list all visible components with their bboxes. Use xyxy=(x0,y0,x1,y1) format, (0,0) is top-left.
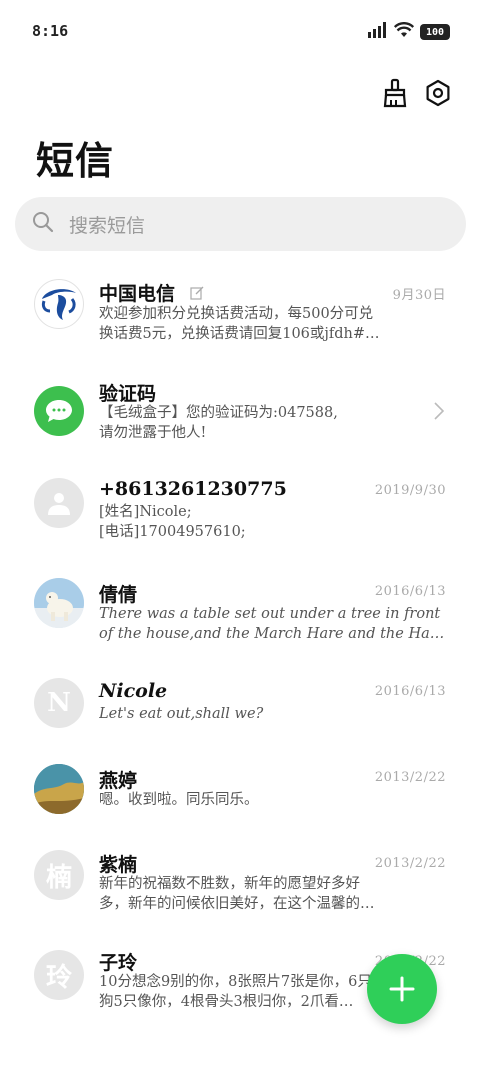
preview-line: 【毛绒盒子】您的验证码为:047588, xyxy=(99,405,338,421)
preview-line: [姓名]Nicole; xyxy=(99,504,192,520)
conversation-item[interactable]: 楠 紫楠 2013/2/22 新年的祝福数不胜数，新年的愿望好多好 多，新年的问… xyxy=(0,850,480,946)
status-icons: 100 xyxy=(368,22,450,42)
conversation-item[interactable]: 中国电信 9月30日 欢迎参加积分兑换话费活动，每500分可兑 换话费5元，兑换… xyxy=(0,264,480,360)
status-time: 8:16 xyxy=(32,22,69,40)
message-date: 2013/2/22 xyxy=(374,770,446,785)
sender-name: 燕婷 xyxy=(99,770,138,792)
battery-icon: 100 xyxy=(420,24,450,40)
avatar xyxy=(34,578,84,628)
broom-icon[interactable] xyxy=(378,76,412,110)
polar-bear-photo xyxy=(34,578,84,628)
sender-name: 验证码 xyxy=(99,383,157,405)
preview-line: 嗯。收到啦。同乐同乐。 xyxy=(99,792,259,808)
landscape-photo xyxy=(34,764,84,814)
conversation-item[interactable]: 燕婷 2013/2/22 嗯。收到啦。同乐同乐。 xyxy=(0,764,480,860)
message-preview: [姓名]Nicole; [电话]17004957610; xyxy=(99,502,445,542)
signal-icon xyxy=(368,22,388,42)
person-icon xyxy=(48,493,70,515)
preview-line: of the house,and the March Hare and the … xyxy=(99,626,445,642)
avatar: N xyxy=(34,678,84,728)
sender-name: +8613261230775 xyxy=(99,478,287,500)
message-preview: 欢迎参加积分兑换话费活动，每500分可兑 换话费5元，兑换话费请回复106或jf… xyxy=(99,304,445,344)
conversation-item[interactable]: 倩倩 2016/6/13 There was a table set out u… xyxy=(0,578,480,674)
new-message-button[interactable] xyxy=(367,954,437,1024)
page-title: 短信 xyxy=(36,138,115,183)
edit-icon xyxy=(190,285,204,304)
wifi-icon xyxy=(393,22,415,42)
message-date: 2016/6/13 xyxy=(374,684,446,699)
sender-name: 子玲 xyxy=(99,952,138,974)
preview-line: 换话费5元，兑换话费请回复106或jfdh#… xyxy=(99,326,380,342)
conversation-item[interactable]: N Nicole 2016/6/13 Let's eat out,shall w… xyxy=(0,678,480,774)
sender-name: 中国电信 xyxy=(99,283,176,305)
chevron-right-icon xyxy=(434,402,445,424)
preview-line: [电话]17004957610; xyxy=(99,524,246,540)
message-preview: 嗯。收到啦。同乐同乐。 xyxy=(99,790,445,810)
avatar xyxy=(34,764,84,814)
avatar xyxy=(34,279,84,329)
message-bubble-icon xyxy=(46,400,72,422)
settings-icon[interactable] xyxy=(421,76,455,110)
avatar xyxy=(34,478,84,528)
message-date: 9月30日 xyxy=(392,288,446,303)
message-date: 2016/6/13 xyxy=(374,584,446,599)
search-bar[interactable]: 搜索短信 xyxy=(15,197,466,251)
search-input[interactable]: 搜索短信 xyxy=(69,211,145,238)
preview-line: 请勿泄露于他人! xyxy=(99,425,207,441)
china-telecom-logo xyxy=(41,289,76,320)
search-icon xyxy=(31,210,55,238)
message-preview: 【毛绒盒子】您的验证码为:047588, 请勿泄露于他人! xyxy=(99,403,429,443)
message-date: 2019/9/30 xyxy=(374,483,446,498)
status-bar: 8:16 100 xyxy=(0,0,480,66)
preview-line: Let's eat out,shall we? xyxy=(99,706,264,722)
avatar xyxy=(34,386,84,436)
preview-line: 欢迎参加积分兑换话费活动，每500分可兑 xyxy=(99,306,374,322)
message-preview: 新年的祝福数不胜数，新年的愿望好多好 多，新年的问候依旧美好，在这个温馨的… xyxy=(99,874,445,914)
sender-name: 倩倩 xyxy=(99,584,138,606)
conversation-item[interactable]: +8613261230775 2019/9/30 [姓名]Nicole; [电话… xyxy=(0,478,480,574)
preview-line: 新年的祝福数不胜数，新年的愿望好多好 xyxy=(99,876,360,892)
preview-line: There was a table set out under a tree i… xyxy=(99,606,441,622)
avatar: 玲 xyxy=(34,950,84,1000)
avatar: 楠 xyxy=(34,850,84,900)
sender-name: 紫楠 xyxy=(99,854,138,876)
message-date: 2013/2/22 xyxy=(374,856,446,871)
plus-icon xyxy=(389,976,415,1002)
sender-name: Nicole xyxy=(99,680,168,702)
conversation-item[interactable]: 验证码 【毛绒盒子】您的验证码为:047588, 请勿泄露于他人! xyxy=(0,374,480,470)
message-preview: There was a table set out under a tree i… xyxy=(99,604,445,644)
preview-line: 多，新年的问候依旧美好，在这个温馨的… xyxy=(99,896,375,912)
message-preview: Let's eat out,shall we? xyxy=(99,704,445,724)
